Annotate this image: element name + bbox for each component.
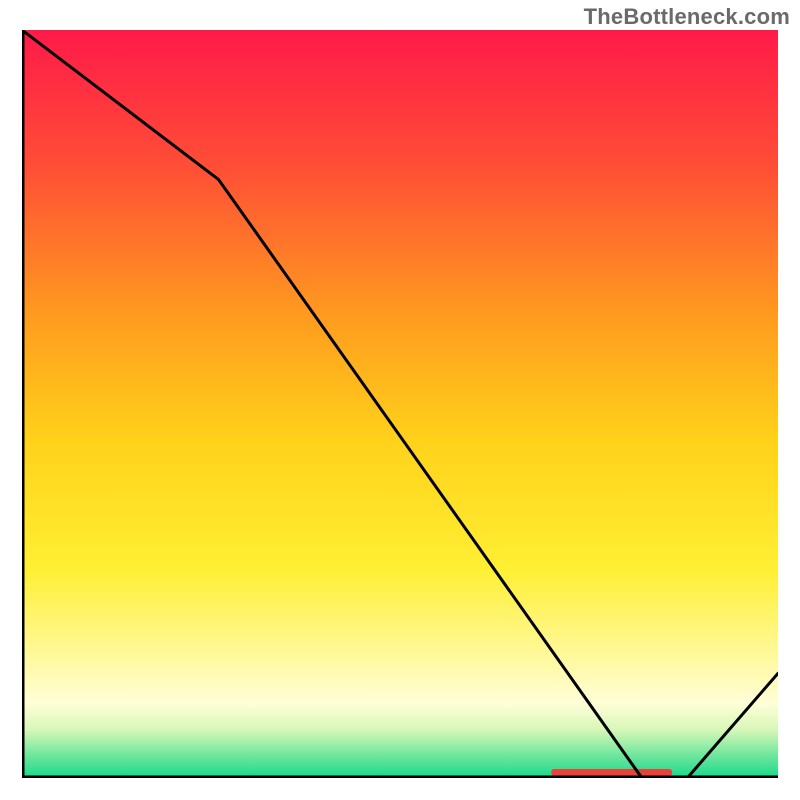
plot-area <box>22 30 778 778</box>
chart-stage: TheBottleneck.com <box>0 0 800 800</box>
optimal-range-marker <box>551 769 672 776</box>
chart-svg <box>22 30 778 778</box>
gradient-rect <box>22 30 778 778</box>
watermark-label: TheBottleneck.com <box>584 4 790 30</box>
